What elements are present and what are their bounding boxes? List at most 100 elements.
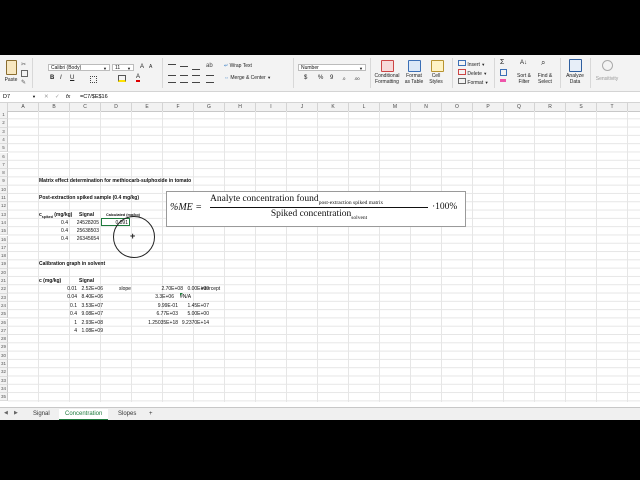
enter-icon[interactable]: ✓: [55, 92, 60, 102]
column-header[interactable]: M: [380, 103, 411, 111]
format-button[interactable]: Format ▼: [458, 78, 489, 86]
scroll-left-icon[interactable]: ◀: [4, 410, 8, 416]
scroll-right-icon[interactable]: ▶: [14, 410, 18, 416]
row-header[interactable]: 28: [0, 335, 8, 344]
row-header[interactable]: 14: [0, 218, 8, 228]
cell-styles-label[interactable]: Cell Styles: [426, 73, 446, 85]
grow-font-icon[interactable]: A: [140, 64, 144, 71]
row-header[interactable]: 31: [0, 360, 8, 369]
cell-linest[interactable]: 0.00E+00: [180, 285, 209, 293]
row-header[interactable]: 2: [0, 119, 8, 128]
find-select-icon[interactable]: ⌕: [541, 59, 545, 67]
indent-icon[interactable]: [206, 75, 214, 83]
row-header[interactable]: 32: [0, 368, 8, 377]
orientation-icon[interactable]: ab: [206, 63, 213, 69]
cut-icon[interactable]: ✂: [21, 61, 26, 68]
find-select-label[interactable]: Find & Select: [535, 73, 555, 85]
fill-icon[interactable]: [500, 69, 507, 76]
name-box[interactable]: D7: [3, 92, 33, 102]
insert-function-icon[interactable]: fx: [66, 92, 70, 102]
decrease-decimal-icon[interactable]: .00: [354, 75, 360, 82]
row-header[interactable]: 6: [0, 152, 8, 161]
row-header[interactable]: 35: [0, 393, 8, 402]
row-header[interactable]: 17: [0, 243, 8, 253]
column-header[interactable]: S: [566, 103, 597, 111]
sensitivity-icon[interactable]: [602, 60, 613, 71]
sensitivity-label[interactable]: Sensitivity: [592, 76, 622, 82]
column-header[interactable]: P: [473, 103, 504, 111]
conditional-formatting-icon[interactable]: [381, 60, 394, 72]
cell-cal-signal[interactable]: 3.53E+07: [74, 302, 103, 310]
shrink-font-icon[interactable]: A: [149, 64, 152, 71]
italic-button[interactable]: I: [60, 75, 62, 82]
tab-signal[interactable]: Signal: [27, 409, 56, 419]
row-header[interactable]: 15: [0, 227, 8, 236]
column-header[interactable]: F: [163, 103, 194, 111]
align-top-icon[interactable]: [168, 64, 176, 70]
cell-c[interactable]: 0.4: [39, 219, 68, 227]
delete-button[interactable]: Delete ▼: [458, 69, 487, 77]
currency-button[interactable]: $: [304, 75, 307, 82]
comma-button[interactable]: 9: [330, 75, 333, 82]
cell-linest[interactable]: 9.99E-01: [149, 302, 178, 310]
row-header[interactable]: 22: [0, 285, 8, 294]
row-header[interactable]: 27: [0, 326, 8, 336]
column-header[interactable]: I: [256, 103, 287, 111]
row-header[interactable]: 19: [0, 260, 8, 269]
cell-calibration-title[interactable]: Calibration graph in solvent: [39, 260, 105, 268]
sort-filter-label[interactable]: Sort & Filter: [514, 73, 534, 85]
align-bottom-icon[interactable]: [192, 64, 200, 70]
cell-cal-c[interactable]: 0.01: [48, 285, 77, 293]
cell-styles-icon[interactable]: [431, 60, 444, 72]
column-header[interactable]: Q: [504, 103, 535, 111]
sort-filter-icon[interactable]: A↓: [520, 60, 527, 67]
column-header[interactable]: N: [411, 103, 442, 111]
column-header[interactable]: O: [442, 103, 473, 111]
column-header[interactable]: L: [349, 103, 380, 111]
cell-linest[interactable]: 9.2370E+14: [180, 319, 209, 327]
chevron-down-icon[interactable]: ▼: [32, 92, 36, 102]
cell-cal-c[interactable]: 4: [48, 327, 77, 335]
cell-cal-signal[interactable]: 1.08E+09: [74, 327, 103, 335]
align-center-icon[interactable]: [180, 75, 188, 83]
cell-c[interactable]: 0.4: [39, 235, 68, 243]
row-header[interactable]: 23: [0, 293, 8, 302]
row-header[interactable]: 30: [0, 351, 8, 360]
column-header[interactable]: K: [318, 103, 349, 111]
row-header[interactable]: 12: [0, 202, 8, 211]
row-header[interactable]: 3: [0, 127, 8, 136]
cell-signal-header-2[interactable]: Signal: [79, 277, 94, 285]
wrap-text-button[interactable]: ↵ Wrap Text: [224, 63, 252, 69]
paste-label[interactable]: Paste: [2, 77, 20, 83]
cell-c-header[interactable]: c (mg/kg): [39, 277, 61, 285]
row-header[interactable]: 10: [0, 185, 8, 194]
column-header[interactable]: A: [8, 103, 39, 111]
font-color-icon[interactable]: A: [136, 74, 141, 82]
cell-cal-c[interactable]: 0.1: [48, 302, 77, 310]
row-header[interactable]: 9: [0, 177, 8, 186]
add-sheet-button[interactable]: +: [143, 409, 159, 419]
cell-c-spiked-header[interactable]: cspiked (mg/kg): [39, 211, 72, 219]
analyze-data-label[interactable]: Analyze Data: [563, 73, 587, 85]
row-header[interactable]: 24: [0, 301, 8, 311]
tab-slopes[interactable]: Slopes: [112, 409, 142, 419]
cell-signal[interactable]: 24528205: [70, 219, 99, 227]
column-header[interactable]: J: [287, 103, 318, 111]
align-left-icon[interactable]: [168, 75, 176, 83]
cell-linest[interactable]: 6.77E+03: [149, 310, 178, 318]
cell-cal-signal[interactable]: 8.40E+06: [74, 293, 103, 301]
row-header[interactable]: 34: [0, 384, 8, 394]
font-name-select[interactable]: Calibri (Body) ▼: [48, 64, 110, 71]
font-size-select[interactable]: 11 ▼: [112, 64, 134, 71]
row-header[interactable]: 21: [0, 277, 8, 286]
row-header[interactable]: 20: [0, 268, 8, 277]
row-header[interactable]: 4: [0, 135, 8, 145]
row-header[interactable]: 25: [0, 310, 8, 319]
cell-cal-c[interactable]: 1: [48, 319, 77, 327]
row-header[interactable]: 33: [0, 376, 8, 385]
cell-title[interactable]: Matrix effect determination for methioca…: [39, 177, 191, 185]
cancel-icon[interactable]: ✕: [44, 92, 49, 102]
insert-button[interactable]: Insert ▼: [458, 60, 485, 68]
cell-c[interactable]: 0.4: [39, 227, 68, 235]
column-header[interactable]: B: [39, 103, 70, 111]
